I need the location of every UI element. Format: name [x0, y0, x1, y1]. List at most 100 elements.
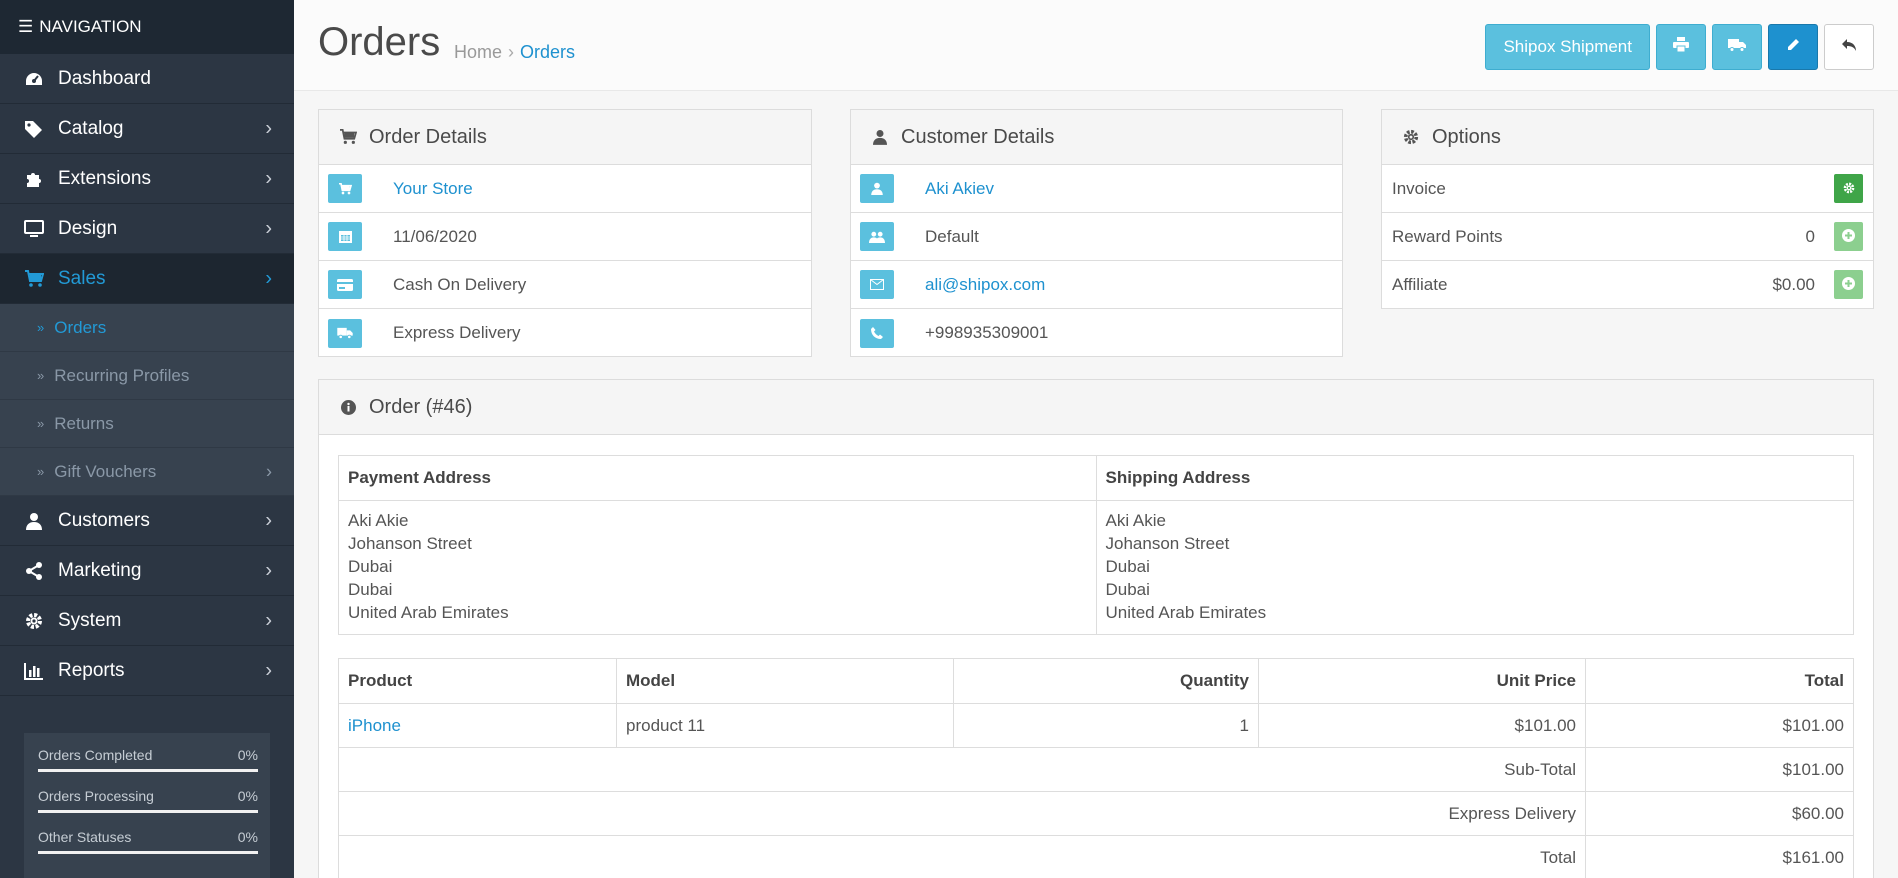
breadcrumb-separator: › — [508, 42, 515, 62]
panel-title: Order Details — [369, 125, 487, 148]
email-link[interactable]: ali@shipox.com — [925, 275, 1045, 295]
stat-label: Other Statuses — [38, 829, 132, 845]
address-line: Aki Akie — [1105, 511, 1166, 530]
sidebar-subitem-returns[interactable]: » Returns — [0, 400, 294, 448]
payment-method-row: Cash On Delivery — [319, 261, 811, 309]
monitor-icon — [24, 219, 44, 239]
chevron-right-icon: › — [265, 559, 272, 581]
panel-heading: Customer Details — [851, 110, 1342, 165]
sidebar-subitem-label: Returns — [54, 413, 114, 433]
stat-value: 0% — [237, 747, 258, 763]
date-added: 11/06/2020 — [393, 226, 477, 246]
sidebar-subitem-orders[interactable]: » Orders — [0, 304, 294, 352]
reward-points-label: Reward Points — [1392, 226, 1503, 246]
panel-heading: Options — [1382, 110, 1873, 165]
add-reward-points-button[interactable] — [1834, 222, 1863, 251]
chevron-right-icon: › — [265, 509, 272, 531]
page-header: Orders Home › Orders Shipox Shipment — [294, 0, 1898, 91]
product-link[interactable]: iPhone — [338, 703, 617, 748]
address-line: Johanson Street — [348, 534, 472, 553]
back-button[interactable] — [1824, 24, 1874, 70]
progress-bar — [38, 769, 258, 772]
sidebar-item-system[interactable]: System › — [0, 596, 294, 646]
payment-address-cell: Aki Akie Johanson Street Dubai Dubai Uni… — [338, 500, 1097, 635]
sidebar-item-label: Extensions — [58, 167, 151, 189]
double-chevron-icon: » — [37, 368, 45, 383]
address-line: Dubai — [348, 580, 393, 599]
sidebar-item-label: Design — [58, 217, 118, 239]
stat-other-statuses: Other Statuses 0% — [38, 829, 258, 854]
payment-address-header: Payment Address — [338, 455, 1097, 501]
stat-orders-processing: Orders Processing 0% — [38, 788, 258, 813]
table-row: iPhone product 11 1 $101.00 $101.00 — [338, 703, 1854, 748]
product-model: product 11 — [616, 703, 954, 748]
user-icon — [860, 174, 894, 203]
edit-button[interactable] — [1768, 24, 1818, 70]
address-line: United Arab Emirates — [348, 603, 509, 622]
add-commission-button[interactable] — [1834, 270, 1863, 299]
options-panel: Options Invoice Reward Points 0 Affiliat… — [1381, 109, 1874, 309]
customer-details-panel: Customer Details Aki Akiev Default ali@s… — [850, 109, 1343, 357]
store-link[interactable]: Your Store — [393, 179, 473, 199]
store-icon — [328, 174, 362, 203]
sidebar-item-customers[interactable]: Customers › — [0, 496, 294, 546]
order-stats-panel: Orders Completed 0% Orders Processing 0% O… — [24, 733, 270, 878]
address-line: Johanson Street — [1105, 534, 1230, 553]
print-invoice-button[interactable] — [1656, 24, 1706, 70]
shipping-method: Express Delivery — [393, 323, 521, 342]
sidebar-subitem-label: Orders — [54, 317, 107, 337]
cog-icon — [1843, 179, 1855, 199]
email-row: ali@shipox.com — [851, 261, 1342, 309]
sidebar-item-marketing[interactable]: Marketing › — [0, 546, 294, 596]
stat-value: 0% — [237, 829, 258, 845]
sidebar-item-design[interactable]: Design › — [0, 204, 294, 254]
sidebar-item-reports[interactable]: Reports › — [0, 646, 294, 696]
panel-title: Order (#46) — [369, 395, 473, 418]
sidebar-item-label: System — [58, 609, 122, 631]
chevron-right-icon: › — [265, 609, 272, 631]
print-icon — [1673, 37, 1689, 57]
affiliate-label: Affiliate — [1392, 274, 1448, 294]
breadcrumb: Home › Orders — [454, 42, 575, 63]
sidebar-item-extensions[interactable]: Extensions › — [0, 154, 294, 204]
reward-points-row: Reward Points 0 — [1382, 213, 1873, 261]
generate-invoice-button[interactable] — [1834, 174, 1863, 203]
plus-circle-icon — [1842, 227, 1855, 247]
sidebar-item-catalog[interactable]: Catalog › — [0, 104, 294, 154]
navigation-header[interactable]: ☰ NAVIGATION — [0, 0, 294, 54]
customer-link[interactable]: Aki Akiev — [925, 179, 994, 199]
sidebar-subitem-recurring-profiles[interactable]: » Recurring Profiles — [0, 352, 294, 400]
product-quantity: 1 — [953, 703, 1259, 748]
breadcrumb-orders[interactable]: Orders — [520, 42, 575, 62]
shipping-address-header: Shipping Address — [1095, 455, 1854, 501]
cart-icon — [24, 269, 44, 289]
info-circle-icon — [339, 398, 357, 416]
column-header-unit-price: Unit Price — [1258, 658, 1586, 704]
breadcrumb-home[interactable]: Home — [454, 42, 502, 62]
panel-heading: Order (#46) — [319, 380, 1873, 435]
cog-icon — [24, 611, 44, 631]
store-row: Your Store — [319, 165, 811, 213]
column-header-model: Model — [616, 658, 954, 704]
sidebar-subitem-label: Recurring Profiles — [54, 365, 190, 385]
panel-title: Customer Details — [901, 125, 1055, 148]
navigation-title: NAVIGATION — [39, 17, 142, 36]
shipox-shipment-button[interactable]: Shipox Shipment — [1485, 24, 1650, 70]
totals-label: Sub-Total — [338, 747, 1586, 792]
sidebar-item-dashboard[interactable]: Dashboard — [0, 54, 294, 104]
sidebar-item-label: Dashboard — [58, 67, 151, 89]
sidebar-subitem-gift-vouchers[interactable]: » Gift Vouchers › — [0, 448, 294, 496]
envelope-icon — [860, 270, 894, 299]
stat-orders-completed: Orders Completed 0% — [38, 747, 258, 772]
product-total: $101.00 — [1585, 703, 1854, 748]
bar-chart-icon — [24, 661, 44, 681]
sidebar-item-sales[interactable]: Sales › — [0, 254, 294, 304]
cart-icon — [339, 128, 357, 146]
date-added-row: 11/06/2020 — [319, 213, 811, 261]
invoice-label: Invoice — [1392, 178, 1446, 198]
sidebar-item-label: Catalog — [58, 117, 124, 139]
print-shipping-button[interactable] — [1712, 24, 1762, 70]
stat-label: Orders Processing — [38, 788, 154, 804]
address-line: Dubai — [1105, 580, 1150, 599]
customer-group-row: Default — [851, 213, 1342, 261]
